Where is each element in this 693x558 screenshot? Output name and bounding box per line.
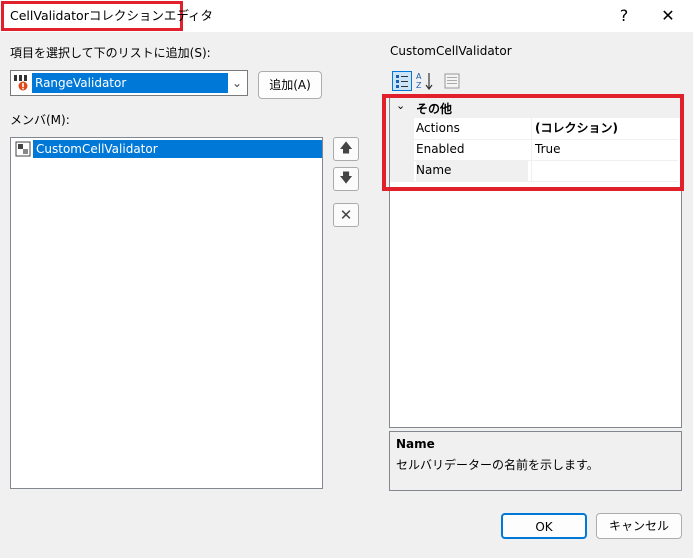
description-title: Name <box>396 437 435 451</box>
add-item-label: 項目を選択して下のリストに追加(S): <box>10 46 211 60</box>
member-item-label: CustomCellValidator <box>33 140 322 158</box>
svg-text:Z: Z <box>416 81 422 90</box>
object-name-label: CustomCellValidator <box>390 44 512 58</box>
close-button[interactable]: ✕ <box>648 2 688 30</box>
highlight-box <box>382 94 684 191</box>
combo-selected-value: RangeValidator <box>32 73 228 93</box>
move-up-button[interactable]: 🡅 <box>333 137 359 161</box>
property-pages-icon[interactable] <box>444 73 460 89</box>
members-list[interactable]: CustomCellValidator <box>10 137 323 489</box>
list-item[interactable]: CustomCellValidator <box>13 140 323 158</box>
remove-button[interactable]: ✕ <box>333 203 359 227</box>
cancel-button[interactable]: キャンセル <box>596 513 682 539</box>
validator-item-icon <box>15 141 31 157</box>
window-title: CellValidatorコレクションエディタ <box>1 1 213 31</box>
property-toolbar: A Z <box>390 70 470 92</box>
description-text: セルバリデーターの名前を示します。 <box>396 458 599 472</box>
move-down-button[interactable]: 🡇 <box>333 167 359 191</box>
ok-button[interactable]: OK <box>501 513 587 539</box>
validator-type-combo[interactable]: RangeValidator ⌄ <box>10 70 248 96</box>
arrow-down-icon: 🡇 <box>339 171 353 186</box>
members-label: メンバ(M): <box>10 113 70 127</box>
categorized-icon[interactable] <box>392 71 412 91</box>
add-button[interactable]: 追加(A) <box>258 71 322 99</box>
arrow-up-icon: 🡅 <box>339 141 353 156</box>
delete-x-icon: ✕ <box>339 206 353 224</box>
alphabetical-icon[interactable]: A Z <box>415 71 435 91</box>
svg-text:A: A <box>416 72 422 81</box>
description-panel: Name セルバリデーターの名前を示します。 <box>389 431 682 491</box>
validator-icon <box>14 75 29 91</box>
chevron-down-icon[interactable]: ⌄ <box>230 74 244 92</box>
help-button[interactable]: ? <box>604 2 644 30</box>
